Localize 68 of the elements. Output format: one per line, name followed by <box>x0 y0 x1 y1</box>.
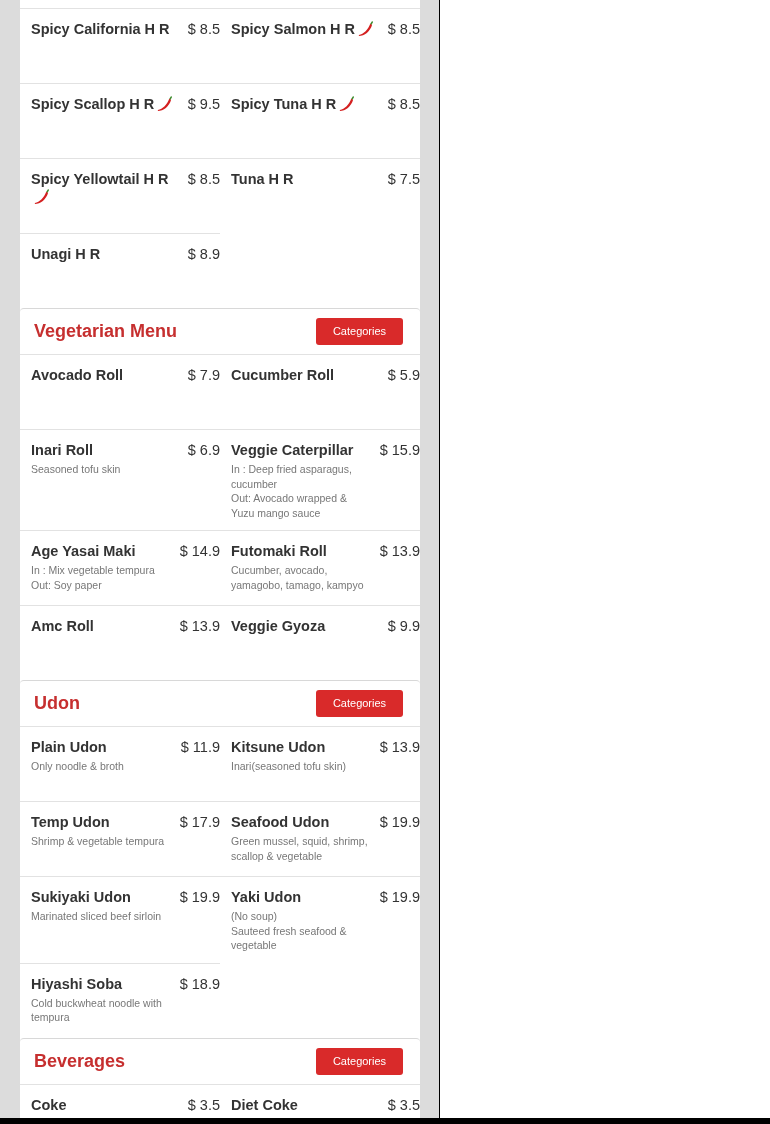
item-price: $ 5.9 <box>387 366 420 384</box>
item-price: $ 7.5 <box>387 170 420 188</box>
item-name: Spicy California H R <box>31 20 170 38</box>
item-name: Spicy Salmon H R <box>231 20 356 38</box>
item-price: $ 9.9 <box>387 617 420 635</box>
item-name: Age Yasai Maki <box>31 542 136 560</box>
item-price: $ 19.9 <box>379 813 420 831</box>
item-price: $ 3.5 <box>187 1095 220 1114</box>
item-description: Seasoned tofu skin <box>31 462 122 477</box>
item-price: $ 11.9 <box>180 738 220 756</box>
item-description: In : Mix vegetable tempura <box>31 563 156 578</box>
item-name: Amc Roll <box>31 617 94 635</box>
item-name: Sukiyaki Udon <box>31 888 131 906</box>
item-price: $ 8.5 <box>187 20 220 38</box>
categories-button[interactable]: Categories <box>316 1047 403 1075</box>
item-price: $ 8.5 <box>387 20 420 38</box>
item-name: Spicy Tuna H R <box>231 95 337 113</box>
item-name: Temp Udon <box>31 813 110 831</box>
item-price: $ 14.9 <box>179 542 220 560</box>
item-price: $ 18.9 <box>179 974 220 993</box>
item-price: $ 9.5 <box>187 95 220 113</box>
item-price: $ 17.9 <box>179 813 220 831</box>
item-price: $ 15.9 <box>379 441 420 459</box>
item-name: Coke <box>31 1095 67 1114</box>
section-title: Udon <box>34 692 80 715</box>
item-description: Inari(seasoned tofu skin) <box>231 759 347 774</box>
categories-button[interactable]: Categories <box>316 690 403 717</box>
item-description: (No soup) <box>231 909 279 924</box>
item-name: Inari Roll <box>31 441 94 459</box>
item-price: $ 7.9 <box>187 366 220 384</box>
item-price: $ 19.9 <box>179 888 220 906</box>
item-name: Diet Coke <box>231 1095 298 1114</box>
item-description: In : Deep fried asparagus, cucumber <box>231 462 353 491</box>
item-price: $ 19.9 <box>379 888 420 906</box>
item-price: $ 13.9 <box>379 738 420 756</box>
item-description: Only noodle & broth <box>31 759 125 774</box>
item-name: Cucumber Roll <box>231 366 335 384</box>
item-name: Seafood Udon <box>231 813 330 831</box>
item-price: $ 13.9 <box>179 617 220 635</box>
item-price: $ 8.5 <box>387 95 420 113</box>
item-description: Cucumber, avocado, yamagobo, tamago, kampyo <box>231 563 365 592</box>
item-description: Green mussel, squid, shrimp, scallop & vegetable <box>231 834 369 863</box>
section-title: Beverages <box>34 1049 126 1073</box>
item-name: Hiyashi Soba <box>31 974 123 993</box>
item-name: Avocado Roll <box>31 366 124 384</box>
item-name: Spicy Scallop H R <box>31 95 155 113</box>
item-description: Marinated sliced beef sirloin <box>31 909 163 924</box>
item-description: Shrimp & vegetable tempura <box>31 834 166 849</box>
item-name: Kitsune Udon <box>231 738 326 756</box>
categories-button[interactable]: Categories <box>316 318 403 345</box>
item-name: Futomaki Roll <box>231 542 327 560</box>
item-description: Cold buckwheat noodle with tempura <box>31 995 163 1025</box>
item-description: Out: Soy paper <box>31 577 103 592</box>
item-price: $ 8.9 <box>187 245 220 263</box>
item-price: $ 13.9 <box>379 542 420 560</box>
item-description: Sauteed fresh seafood & vegetable <box>231 923 348 953</box>
item-name: Yaki Udon <box>231 888 302 906</box>
item-name: Tuna H R <box>231 170 294 188</box>
item-name: Spicy Yellowtail H R <box>31 170 169 188</box>
section-title: Vegetarian Menu <box>34 320 178 343</box>
item-price: $ 3.5 <box>387 1095 420 1114</box>
item-price: $ 6.9 <box>187 441 220 459</box>
item-name: Unagi H R <box>31 245 101 263</box>
item-price: $ 8.5 <box>187 170 220 188</box>
item-description: Out: Avocado wrapped & Yuzu mango sauce <box>231 491 348 520</box>
item-name: Veggie Gyoza <box>231 617 326 635</box>
item-name: Plain Udon <box>31 738 107 756</box>
item-name: Veggie Caterpillar <box>231 441 354 459</box>
